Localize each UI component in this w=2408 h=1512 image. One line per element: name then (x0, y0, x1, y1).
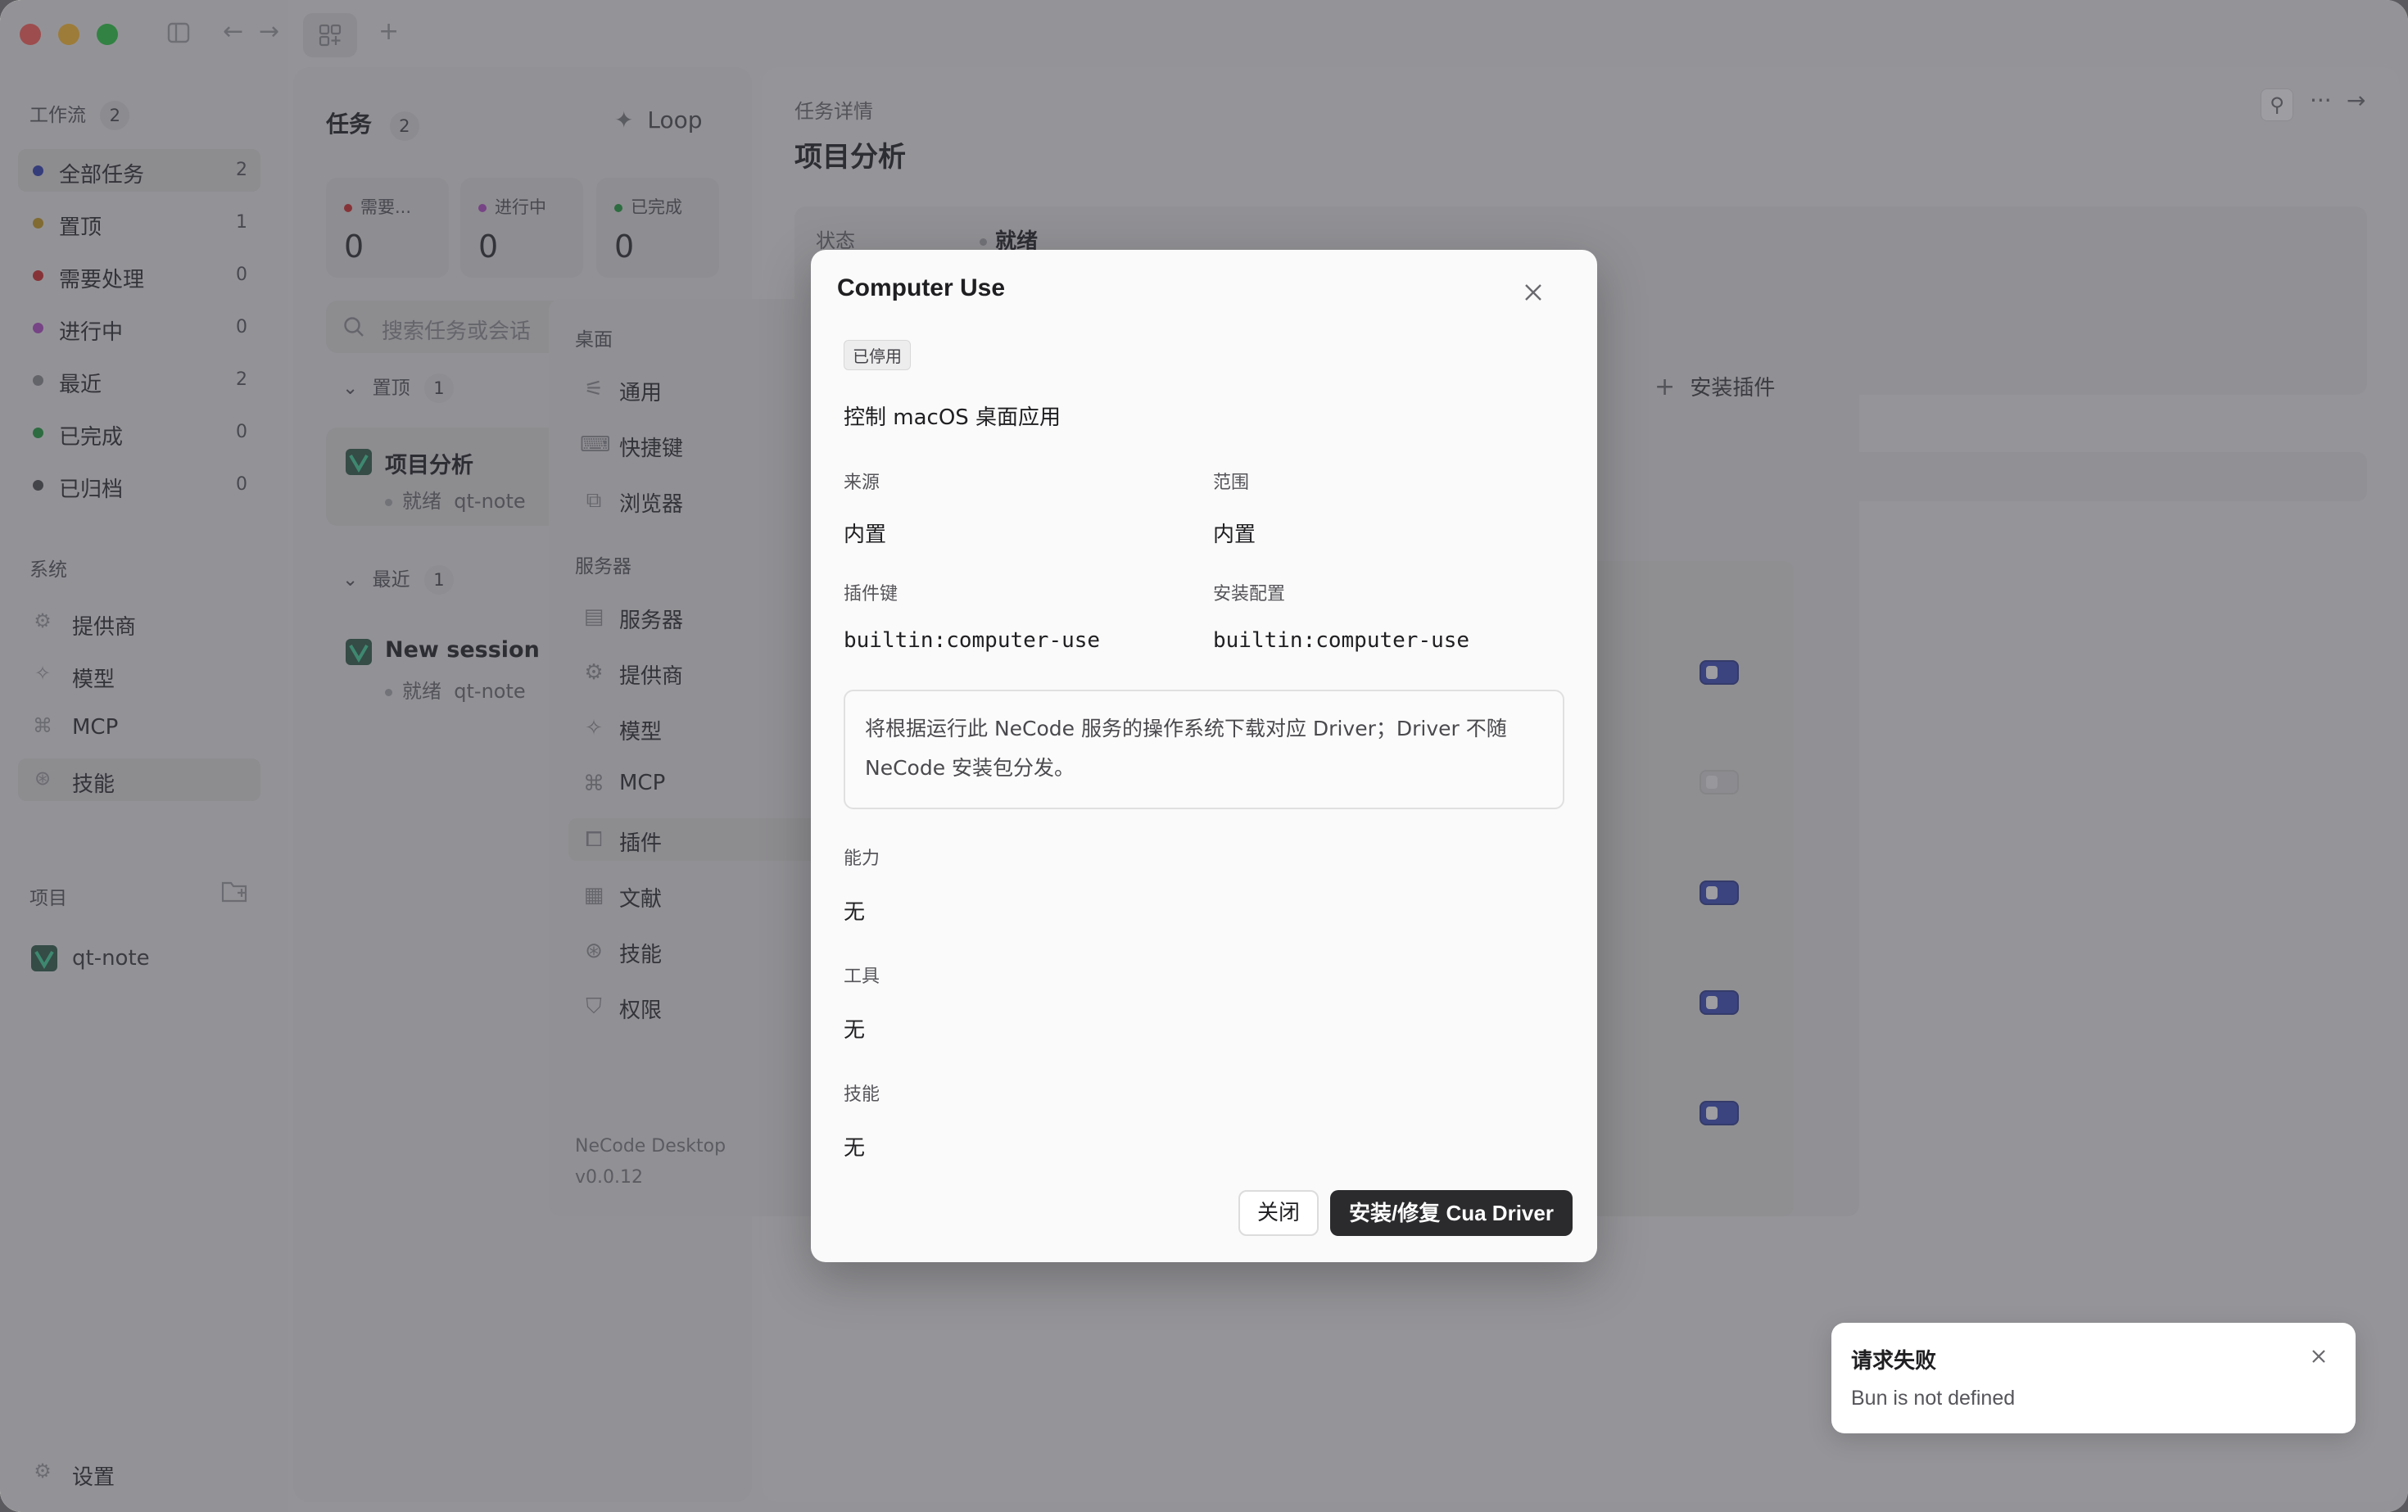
dialog-title: Computer Use (837, 274, 1006, 301)
plugin-description: 控制 macOS 桌面应用 (844, 405, 1061, 430)
skills-value: 无 (844, 1136, 866, 1161)
error-toast: 请求失败 Bun is not defined (1831, 1323, 2356, 1433)
tools-value: 无 (844, 1018, 866, 1043)
source-value: 内置 (844, 523, 887, 547)
scope-label: 范围 (1213, 473, 1250, 493)
close-icon[interactable] (1522, 281, 1545, 307)
capability-value: 无 (844, 900, 866, 925)
plugin-key-value: builtin:computer-use (844, 628, 1101, 653)
toast-message: Bun is not defined (1851, 1387, 2016, 1410)
capability-label: 能力 (844, 849, 880, 869)
toast-title: 请求失败 (1851, 1349, 1937, 1374)
note-line: NeCode 安装包分发。 (865, 756, 1075, 780)
install-config-label: 安装配置 (1213, 584, 1286, 604)
tools-label: 工具 (844, 967, 880, 987)
note-line: 将根据运行此 NeCode 服务的操作系统下载对应 Driver；Driver … (865, 717, 1507, 740)
close-button[interactable]: 关闭 (1238, 1190, 1319, 1236)
scope-value: 内置 (1213, 523, 1256, 547)
computer-use-dialog: Computer Use 已停用 控制 macOS 桌面应用 来源 内置 范围 … (811, 250, 1597, 1262)
install-config-value: builtin:computer-use (1213, 628, 1470, 653)
install-driver-button[interactable]: 安装/修复 Cua Driver (1330, 1190, 1573, 1236)
status-badge: 已停用 (844, 340, 911, 370)
toast-close-icon[interactable] (2310, 1347, 2328, 1369)
driver-note: 将根据运行此 NeCode 服务的操作系统下载对应 Driver；Driver … (844, 690, 1564, 809)
source-label: 来源 (844, 473, 880, 493)
app-window: ← → + 工作流 2 全部任务2置顶1需要处理0进行中0最近2已完成0已归档0… (0, 0, 2408, 1512)
plugin-key-label: 插件键 (844, 584, 898, 604)
skills-label: 技能 (844, 1084, 880, 1105)
